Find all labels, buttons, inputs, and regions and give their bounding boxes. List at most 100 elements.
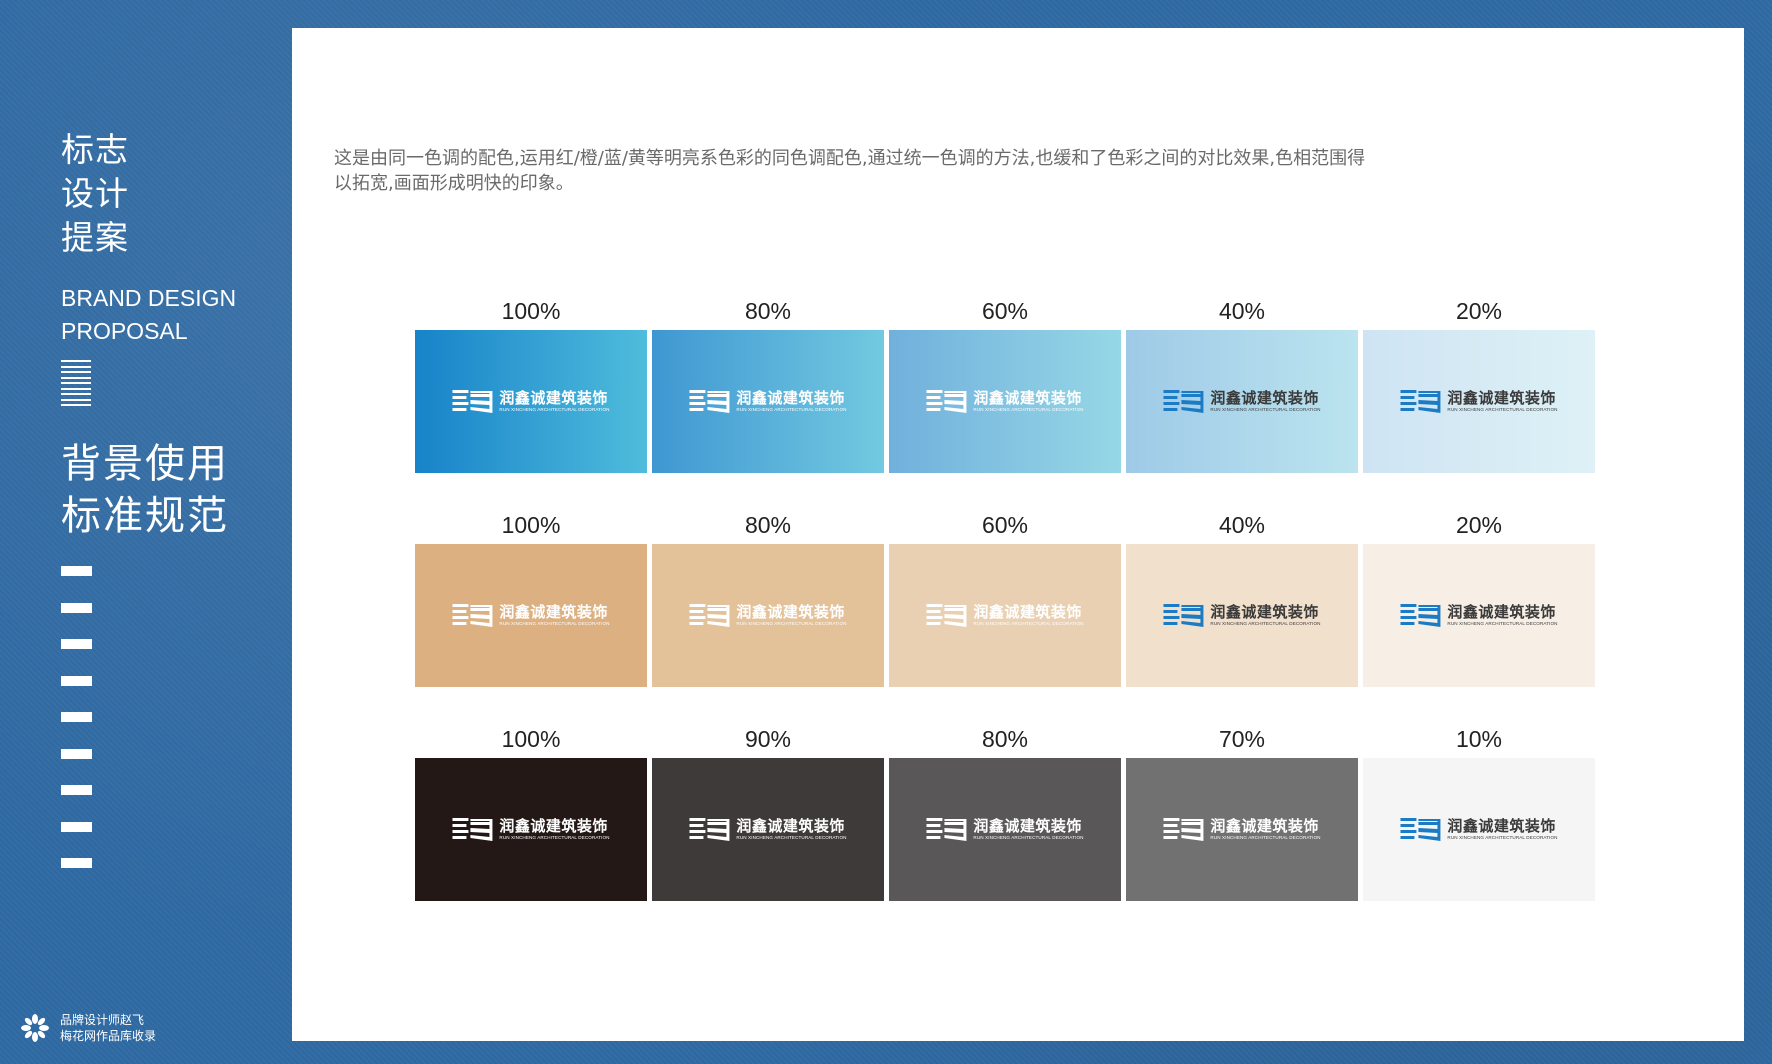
percentage-label: 100% (501, 512, 561, 538)
brand-logo: 润鑫诚建筑装饰 RUN XINCHENG ARCHITECTURAL DECORA… (452, 388, 609, 416)
logo-name-cn: 润鑫诚建筑装饰 (1447, 603, 1556, 621)
section-title-line: 背景使用 (61, 441, 229, 487)
building-icon (452, 389, 493, 413)
logo-name-cn: 润鑫诚建筑装饰 (1210, 603, 1319, 621)
color-swatch: 润鑫诚建筑装饰 RUN XINCHENG ARCHITECTURAL DECORA… (652, 330, 884, 473)
building-icon (689, 603, 730, 627)
logo-text: 润鑫诚建筑装饰 RUN XINCHENG ARCHITECTURAL DECORA… (1447, 390, 1557, 413)
brand-logo: 润鑫诚建筑装饰 RUN XINCHENG ARCHITECTURAL DECORA… (926, 388, 1083, 416)
logo-name-en: RUN XINCHENG ARCHITECTURAL DECORATION (736, 621, 847, 626)
content-panel: 这是由同一色调的配色,运用红/橙/蓝/黄等明亮系色彩的同色调配色,通过统一色调的… (292, 28, 1744, 1041)
logo-name-cn: 润鑫诚建筑装饰 (973, 603, 1082, 621)
logo-text: 润鑫诚建筑装饰 RUN XINCHENG ARCHITECTURAL DECORA… (736, 604, 846, 627)
logo-name-en: RUN XINCHENG ARCHITECTURAL DECORATION (736, 407, 847, 412)
color-swatch: 润鑫诚建筑装饰 RUN XINCHENG ARCHITECTURAL DECORA… (889, 758, 1121, 901)
section-title-line: 标准规范 (61, 493, 229, 539)
logo-name-cn: 润鑫诚建筑装饰 (1210, 817, 1319, 835)
color-swatch: 润鑫诚建筑装饰 RUN XINCHENG ARCHITECTURAL DECORA… (1126, 544, 1358, 687)
percentage-label: 10% (1455, 726, 1503, 752)
logo-text: 润鑫诚建筑装饰 RUN XINCHENG ARCHITECTURAL DECORA… (1210, 604, 1320, 627)
color-swatch: 润鑫诚建筑装饰 RUN XINCHENG ARCHITECTURAL DECORA… (415, 330, 647, 473)
brand-logo: 润鑫诚建筑装饰 RUN XINCHENG ARCHITECTURAL DECORA… (452, 816, 609, 844)
building-icon (926, 603, 967, 627)
brand-logo: 润鑫诚建筑装饰 RUN XINCHENG ARCHITECTURAL DECORA… (1400, 602, 1557, 630)
logo-text: 润鑫诚建筑装饰 RUN XINCHENG ARCHITECTURAL DECORA… (1210, 390, 1320, 413)
logo-text: 润鑫诚建筑装饰 RUN XINCHENG ARCHITECTURAL DECORA… (499, 818, 609, 841)
percentage-label: 60% (981, 298, 1029, 324)
color-swatch: 润鑫诚建筑装饰 RUN XINCHENG ARCHITECTURAL DECORA… (1363, 330, 1595, 473)
percentage-label: 80% (744, 512, 792, 538)
logo-text: 润鑫诚建筑装饰 RUN XINCHENG ARCHITECTURAL DECORA… (973, 390, 1083, 413)
footer-line: 梅花网作品库收录 (60, 1029, 157, 1043)
title-cn-line: 标志 (61, 130, 129, 169)
brand-logo: 润鑫诚建筑装饰 RUN XINCHENG ARCHITECTURAL DECORA… (689, 816, 846, 844)
logo-text: 润鑫诚建筑装饰 RUN XINCHENG ARCHITECTURAL DECORA… (1447, 818, 1557, 841)
logo-name-en: RUN XINCHENG ARCHITECTURAL DECORATION (1210, 407, 1321, 412)
percentage-label: 40% (1218, 298, 1266, 324)
building-icon (1163, 603, 1204, 627)
logo-text: 润鑫诚建筑装饰 RUN XINCHENG ARCHITECTURAL DECORA… (499, 390, 609, 413)
color-swatch: 润鑫诚建筑装饰 RUN XINCHENG ARCHITECTURAL DECORA… (1126, 758, 1358, 901)
color-swatch: 润鑫诚建筑装饰 RUN XINCHENG ARCHITECTURAL DECORA… (1363, 758, 1595, 901)
logo-name-cn: 润鑫诚建筑装饰 (1447, 389, 1556, 407)
percentage-label: 60% (981, 512, 1029, 538)
building-icon (689, 389, 730, 413)
logo-name-en: RUN XINCHENG ARCHITECTURAL DECORATION (973, 835, 1084, 840)
brand-logo: 润鑫诚建筑装饰 RUN XINCHENG ARCHITECTURAL DECORA… (926, 602, 1083, 630)
footer-line: 品牌设计师赵飞 (60, 1013, 145, 1027)
color-swatch: 润鑫诚建筑装饰 RUN XINCHENG ARCHITECTURAL DECORA… (1126, 330, 1358, 473)
logo-name-cn: 润鑫诚建筑装饰 (1447, 817, 1556, 835)
color-swatch: 润鑫诚建筑装饰 RUN XINCHENG ARCHITECTURAL DECORA… (652, 758, 884, 901)
title-en-line: PROPOSAL (61, 318, 188, 344)
percentage-label: 80% (981, 726, 1029, 752)
logo-name-cn: 润鑫诚建筑装饰 (736, 603, 845, 621)
color-swatch: 润鑫诚建筑装饰 RUN XINCHENG ARCHITECTURAL DECORA… (415, 758, 647, 901)
brand-logo: 润鑫诚建筑装饰 RUN XINCHENG ARCHITECTURAL DECORA… (1163, 602, 1320, 630)
percentage-label: 90% (744, 726, 792, 752)
building-icon (1400, 603, 1441, 627)
logo-name-en: RUN XINCHENG ARCHITECTURAL DECORATION (1210, 835, 1321, 840)
logo-name-cn: 润鑫诚建筑装饰 (736, 389, 845, 407)
color-swatch: 润鑫诚建筑装饰 RUN XINCHENG ARCHITECTURAL DECORA… (889, 544, 1121, 687)
logo-name-en: RUN XINCHENG ARCHITECTURAL DECORATION (499, 621, 610, 626)
logo-text: 润鑫诚建筑装饰 RUN XINCHENG ARCHITECTURAL DECORA… (736, 390, 846, 413)
building-icon (689, 817, 730, 841)
brand-logo: 润鑫诚建筑装饰 RUN XINCHENG ARCHITECTURAL DECORA… (1400, 816, 1557, 844)
building-icon (1400, 389, 1441, 413)
brand-logo: 润鑫诚建筑装饰 RUN XINCHENG ARCHITECTURAL DECORA… (1163, 816, 1320, 844)
logo-name-en: RUN XINCHENG ARCHITECTURAL DECORATION (1447, 621, 1558, 626)
building-icon (926, 389, 967, 413)
brand-logo: 润鑫诚建筑装饰 RUN XINCHENG ARCHITECTURAL DECORA… (689, 602, 846, 630)
sidebar: 标志 设计 提案 BRAND DESIGN PROPOSAL 背景使用 标准规范 (0, 0, 292, 1064)
percentage-label: 40% (1218, 512, 1266, 538)
color-swatch: 润鑫诚建筑装饰 RUN XINCHENG ARCHITECTURAL DECORA… (652, 544, 884, 687)
building-icon (452, 817, 493, 841)
logo-name-en: RUN XINCHENG ARCHITECTURAL DECORATION (499, 407, 610, 412)
title-cn-line: 提案 (61, 218, 129, 257)
logo-name-en: RUN XINCHENG ARCHITECTURAL DECORATION (1447, 407, 1558, 412)
brand-logo: 润鑫诚建筑装饰 RUN XINCHENG ARCHITECTURAL DECORA… (1163, 388, 1320, 416)
logo-name-en: RUN XINCHENG ARCHITECTURAL DECORATION (1210, 621, 1321, 626)
logo-name-cn: 润鑫诚建筑装饰 (973, 389, 1082, 407)
color-swatch: 润鑫诚建筑装饰 RUN XINCHENG ARCHITECTURAL DECORA… (889, 330, 1121, 473)
brand-logo: 润鑫诚建筑装饰 RUN XINCHENG ARCHITECTURAL DECORA… (926, 816, 1083, 844)
logo-name-en: RUN XINCHENG ARCHITECTURAL DECORATION (973, 407, 1084, 412)
logo-name-cn: 润鑫诚建筑装饰 (973, 817, 1082, 835)
color-swatch: 润鑫诚建筑装饰 RUN XINCHENG ARCHITECTURAL DECORA… (415, 544, 647, 687)
logo-name-cn: 润鑫诚建筑装饰 (1210, 389, 1319, 407)
logo-text: 润鑫诚建筑装饰 RUN XINCHENG ARCHITECTURAL DECORA… (973, 604, 1083, 627)
logo-text: 润鑫诚建筑装饰 RUN XINCHENG ARCHITECTURAL DECORA… (499, 604, 609, 627)
brand-logo: 润鑫诚建筑装饰 RUN XINCHENG ARCHITECTURAL DECORA… (689, 388, 846, 416)
building-icon (1400, 817, 1441, 841)
title-en: BRAND DESIGN PROPOSAL (61, 282, 281, 348)
stacked-lines-icon (61, 360, 91, 408)
percentage-label: 20% (1455, 298, 1503, 324)
building-icon (1163, 389, 1204, 413)
brand-logo: 润鑫诚建筑装饰 RUN XINCHENG ARCHITECTURAL DECORA… (452, 602, 609, 630)
flower-icon (21, 1014, 49, 1042)
logo-text: 润鑫诚建筑装饰 RUN XINCHENG ARCHITECTURAL DECORA… (1210, 818, 1320, 841)
footer-credit: 品牌设计师赵飞 梅花网作品库收录 (20, 1012, 156, 1044)
logo-text: 润鑫诚建筑装饰 RUN XINCHENG ARCHITECTURAL DECORA… (973, 818, 1083, 841)
section-title: 背景使用 标准规范 (61, 438, 291, 542)
logo-name-cn: 润鑫诚建筑装饰 (499, 389, 608, 407)
